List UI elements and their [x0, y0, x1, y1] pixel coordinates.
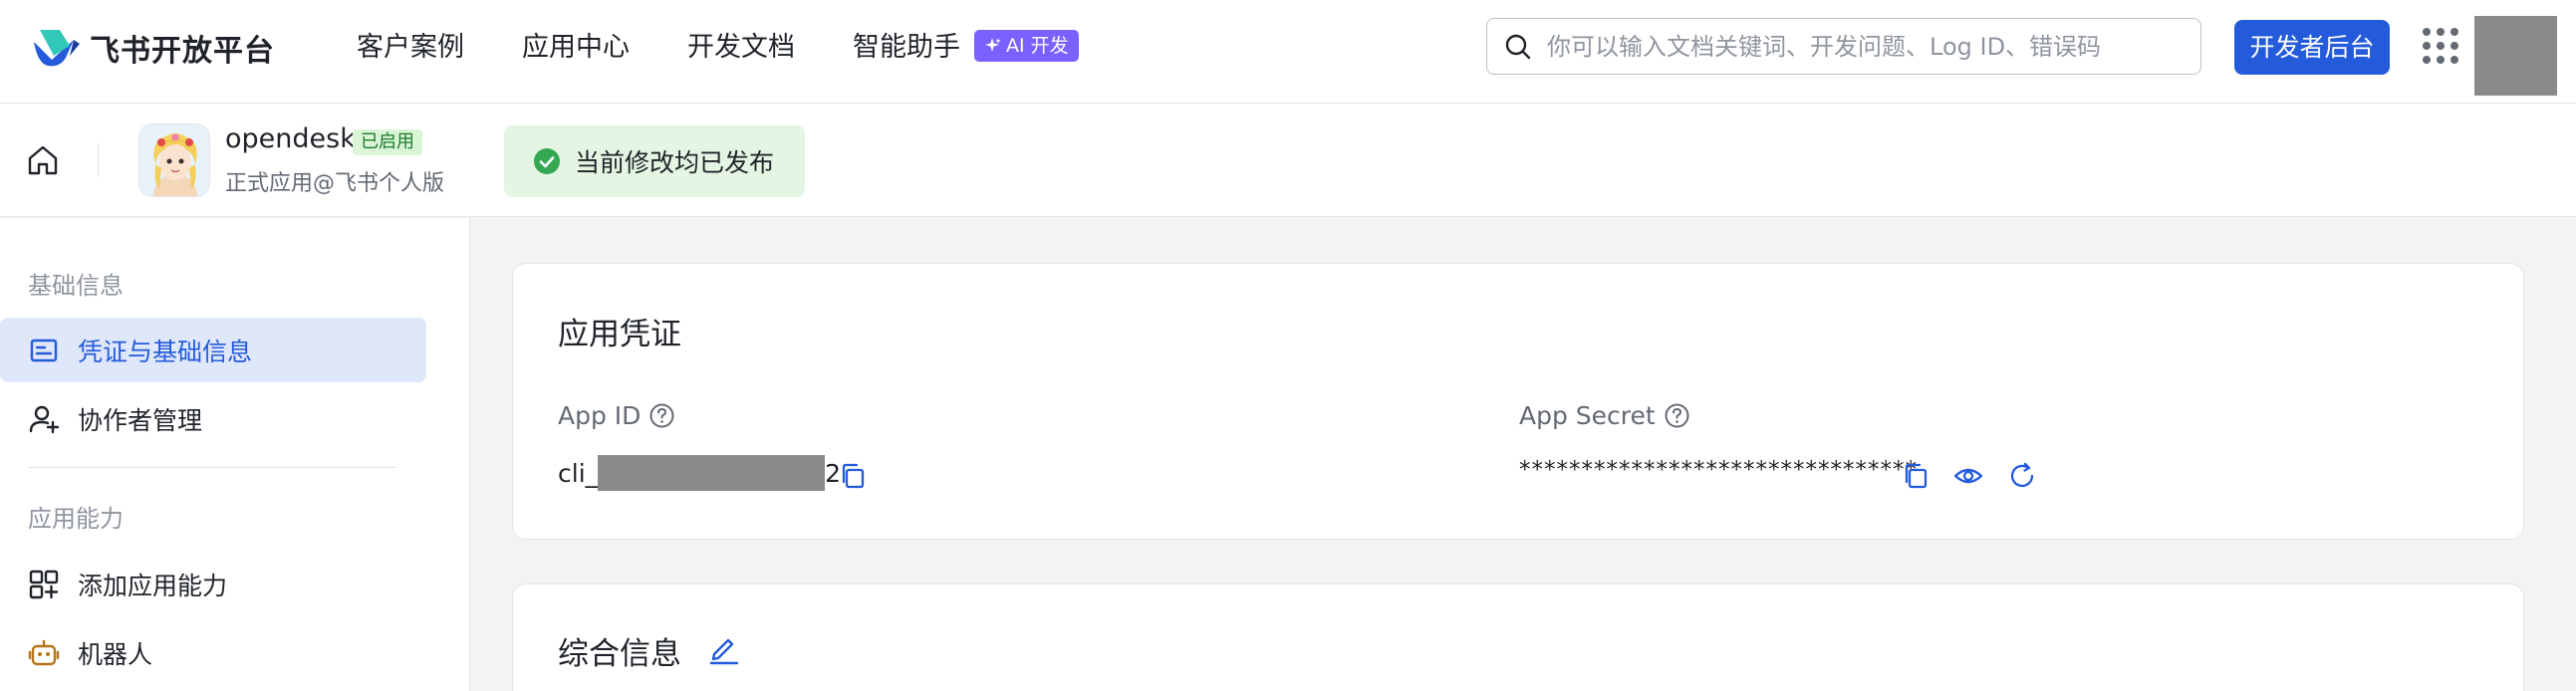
sidebar-item-credentials[interactable]: 凭证与基础信息 — [0, 318, 426, 382]
divider — [98, 143, 99, 177]
sidebar-item-label: 机器人 — [78, 639, 153, 669]
app-secret-value: ******************************** — [1519, 457, 1918, 483]
ai-dev-badge-label: AI 开发 — [1006, 35, 1069, 57]
sidebar-section-capabilities: 应用能力 — [28, 505, 124, 533]
general-info-card-title: 综合信息 — [558, 636, 681, 672]
app-id-label: App ID — [558, 401, 675, 430]
eye-icon[interactable] — [1953, 461, 1983, 491]
top-navigation: 飞书开放平台 客户案例 应用中心 开发文档 智能助手 AI 开发 开发者后台 — [0, 0, 2576, 104]
check-circle-icon — [534, 148, 560, 174]
app-id-prefix: cli_ — [558, 458, 599, 488]
robot-icon — [28, 639, 60, 665]
publish-status-text: 当前修改均已发布 — [575, 148, 775, 177]
sparkle-icon — [985, 38, 1001, 52]
sidebar-item-add-capability[interactable]: 添加应用能力 — [0, 552, 426, 616]
sidebar-item-robot[interactable]: 机器人 — [0, 620, 426, 685]
sidebar-item-collaborators[interactable]: 协作者管理 — [0, 386, 426, 451]
refresh-icon[interactable] — [2007, 461, 2037, 491]
app-header-bar: opendesk 已启用 正式应用@飞书个人版 当前修改均已发布 — [0, 104, 2576, 217]
help-icon[interactable] — [1664, 402, 1690, 429]
brand-logo[interactable]: 飞书开放平台 — [30, 26, 275, 70]
app-id-label-text: App ID — [558, 401, 642, 430]
apps-grid-icon[interactable] — [2423, 28, 2458, 64]
app-name: opendesk — [225, 123, 356, 154]
credentials-card-title: 应用凭证 — [558, 317, 681, 352]
brand-name: 飞书开放平台 — [90, 34, 275, 69]
app-status-badge: 已启用 — [353, 129, 422, 155]
help-icon[interactable] — [648, 402, 675, 429]
copy-icon[interactable] — [838, 461, 868, 491]
sidebar-item-label: 协作者管理 — [78, 405, 203, 435]
sidebar: 基础信息 凭证与基础信息 协作者管理 应用能力 添加应用能力 机器人 — [0, 218, 470, 691]
search-icon — [1505, 34, 1531, 59]
nav-dev-docs[interactable]: 开发文档 — [687, 26, 795, 70]
developer-console-button[interactable]: 开发者后台 — [2234, 20, 2390, 75]
app-id-value: cli_ 2 — [558, 455, 841, 491]
app-avatar — [138, 123, 210, 197]
general-info-card: 综合信息 — [512, 583, 2524, 691]
ai-dev-badge[interactable]: AI 开发 — [974, 30, 1079, 62]
redacted-block — [598, 455, 826, 491]
edit-icon[interactable] — [706, 630, 742, 666]
home-icon[interactable] — [26, 143, 60, 177]
copy-icon[interactable] — [1901, 461, 1931, 491]
app-secret-label: App Secret — [1519, 401, 1690, 430]
sidebar-item-label: 凭证与基础信息 — [78, 337, 253, 366]
credentials-card: 应用凭证 App ID cli_ 2 App Secret **********… — [512, 263, 2524, 540]
sidebar-section-basic-info: 基础信息 — [28, 272, 124, 300]
collaborator-icon — [29, 405, 60, 433]
publish-status-banner: 当前修改均已发布 — [504, 125, 805, 197]
nav-smart-assistant[interactable]: 智能助手 — [853, 26, 960, 70]
nav-customer-cases[interactable]: 客户案例 — [357, 26, 464, 70]
search-input[interactable] — [1547, 32, 2185, 61]
app-avatar-illustration — [139, 124, 209, 196]
credential-icon — [30, 339, 58, 361]
feishu-logo-icon — [34, 30, 80, 67]
nav-app-center[interactable]: 应用中心 — [522, 26, 630, 70]
app-secret-label-text: App Secret — [1519, 401, 1656, 430]
search-box[interactable] — [1486, 18, 2201, 75]
add-capability-icon — [29, 570, 59, 598]
app-subtitle: 正式应用@飞书个人版 — [225, 171, 445, 196]
user-avatar[interactable] — [2474, 16, 2557, 96]
sidebar-divider — [28, 467, 396, 468]
sidebar-item-label: 添加应用能力 — [78, 571, 228, 600]
